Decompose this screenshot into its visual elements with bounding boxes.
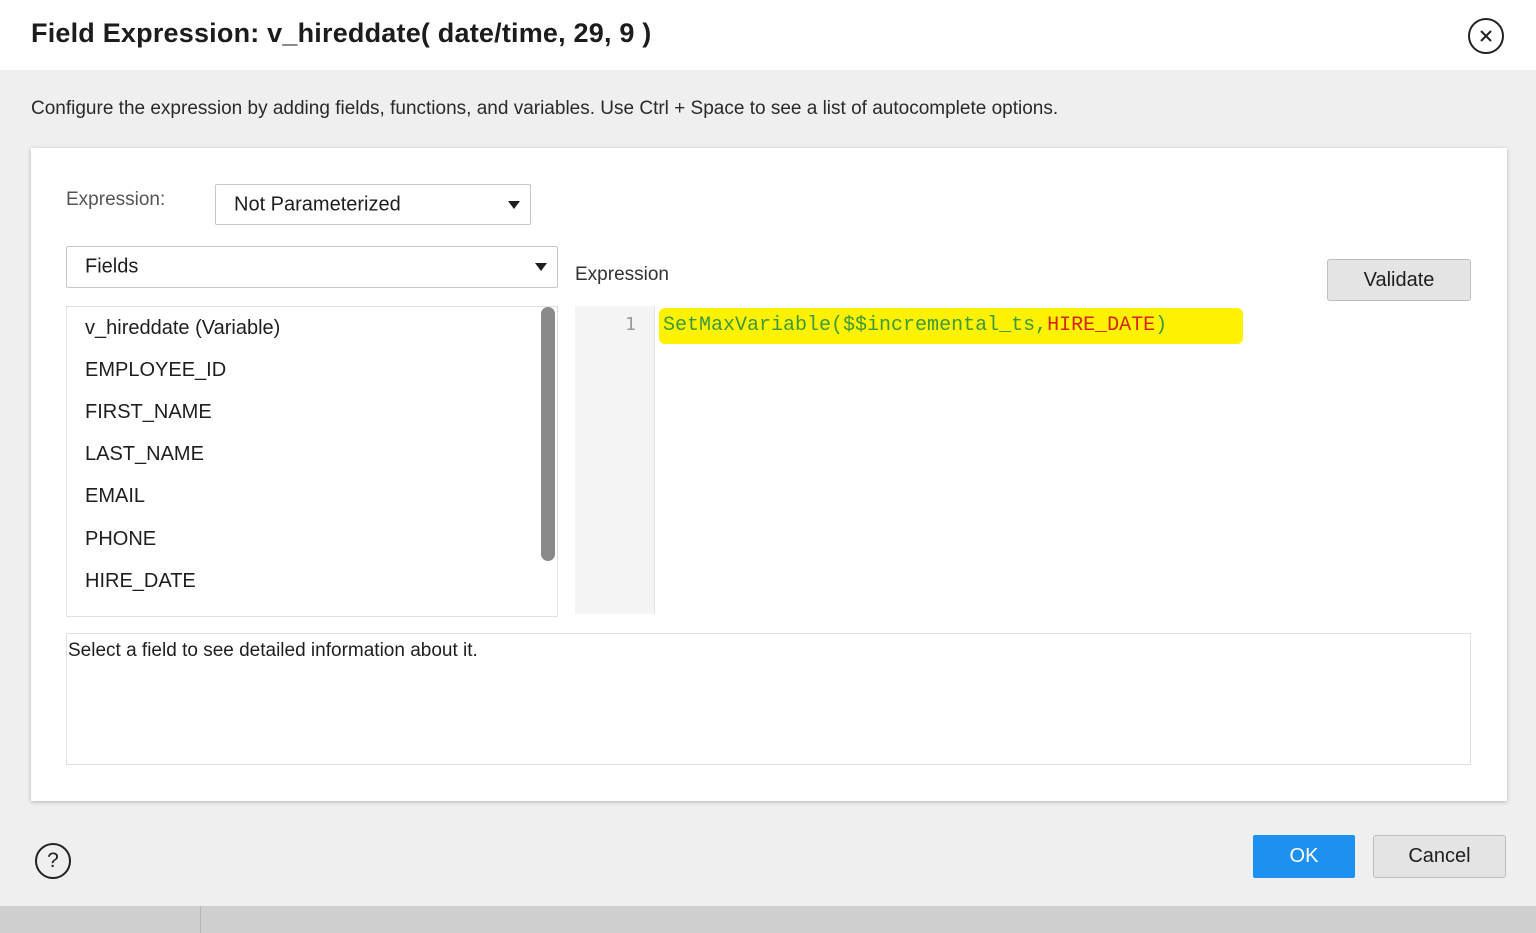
code-field-token: HIRE_DATE — [1047, 314, 1156, 337]
field-info-text: Select a field to see detailed informati… — [68, 640, 478, 661]
list-item[interactable]: EMAIL — [85, 485, 145, 508]
fields-type-value: Fields — [85, 255, 139, 278]
field-expression-dialog: Field Expression: v_hireddate( date/time… — [0, 0, 1536, 906]
field-info-box: Select a field to see detailed informati… — [66, 633, 1471, 765]
dialog-instructions: Configure the expression by adding field… — [31, 98, 1059, 119]
background-strip — [0, 906, 1536, 933]
fields-list: v_hireddate (Variable) EMPLOYEE_ID FIRST… — [66, 306, 558, 617]
fields-type-select[interactable]: Fields — [66, 246, 558, 288]
list-item[interactable]: HIRE_DATE — [85, 570, 196, 593]
dialog-title: Field Expression: v_hireddate( date/time… — [31, 18, 652, 48]
code-variable-token: $$incremental_ts — [843, 314, 1036, 337]
ok-button[interactable]: OK — [1253, 835, 1355, 878]
line-number: 1 — [625, 314, 636, 335]
caret-down-icon — [535, 263, 547, 271]
code-comma: , — [1035, 314, 1048, 337]
expression-param-label: Expression: — [66, 189, 166, 210]
background-divider — [200, 906, 201, 933]
editor-gutter: 1 — [575, 306, 655, 614]
expression-editor[interactable]: 1 SetMaxVariable($$incremental_ts,HIRE_D… — [575, 306, 1471, 614]
cancel-button[interactable]: Cancel — [1373, 835, 1506, 878]
list-item[interactable]: PHONE — [85, 528, 156, 551]
expression-param-select[interactable]: Not Parameterized — [215, 184, 531, 225]
list-item[interactable]: EMPLOYEE_ID — [85, 359, 226, 382]
expression-param-value: Not Parameterized — [234, 193, 401, 215]
validate-button[interactable]: Validate — [1327, 259, 1471, 301]
close-icon[interactable] — [1468, 18, 1504, 54]
list-item[interactable]: FIRST_NAME — [85, 401, 212, 424]
code-open-paren: ( — [831, 314, 844, 337]
code-close-paren: ) — [1155, 314, 1168, 337]
code-function-token: SetMaxVariable — [663, 314, 832, 337]
expression-panel: Expression: Not Parameterized Fields v_h… — [31, 148, 1507, 801]
code-line[interactable]: SetMaxVariable($$incremental_ts,HIRE_DAT… — [663, 314, 1167, 342]
dialog-header: Field Expression: v_hireddate( date/time… — [0, 0, 1536, 70]
list-item[interactable]: v_hireddate (Variable) — [85, 317, 280, 340]
expression-editor-label: Expression — [575, 264, 669, 285]
list-item[interactable]: LAST_NAME — [85, 443, 204, 466]
fields-list-scrollbar[interactable] — [541, 307, 555, 561]
caret-down-icon — [508, 200, 520, 209]
help-icon[interactable]: ? — [35, 843, 71, 879]
